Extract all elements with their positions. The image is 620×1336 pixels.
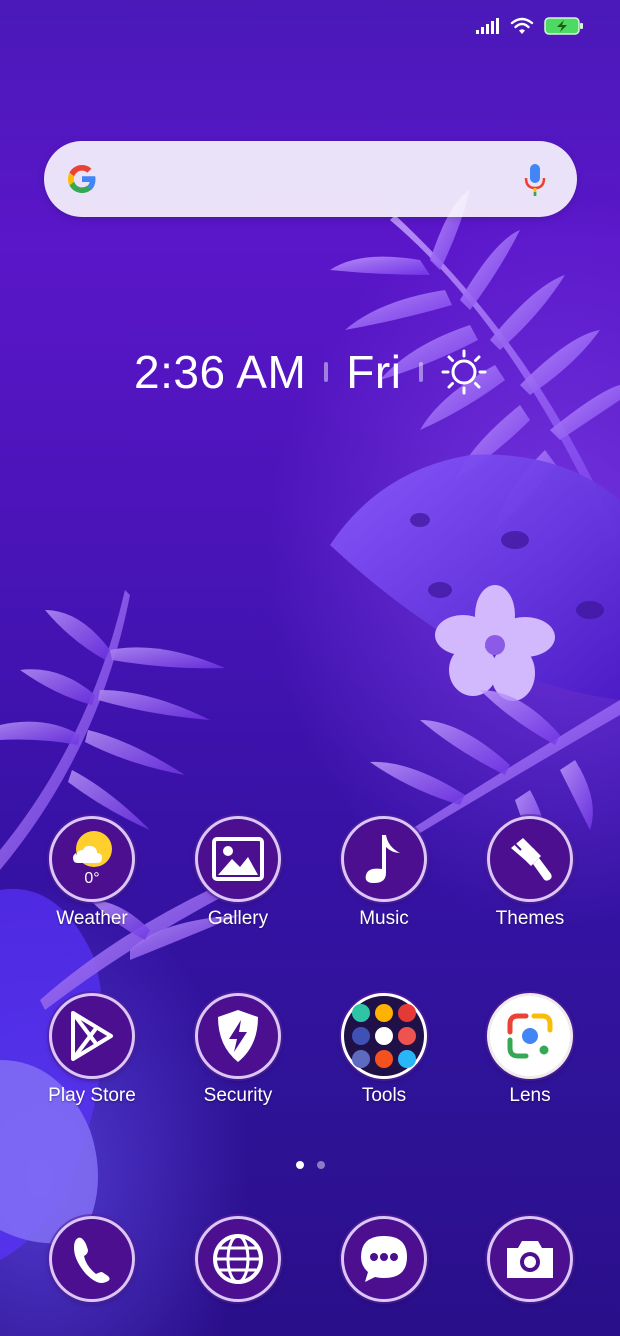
dock-messages[interactable] [314,1216,454,1302]
dock-phone[interactable] [22,1216,162,1302]
sun-icon[interactable] [441,349,487,395]
clock-time[interactable]: 2:36 AM [134,345,306,399]
app-label: Tools [361,1085,407,1106]
app-label: Lens [509,1085,551,1106]
microphone-icon[interactable] [523,163,547,197]
app-music[interactable]: Music [314,816,454,930]
battery-charging-icon [544,17,583,35]
app-gallery[interactable]: Gallery [168,816,308,930]
google-lens-icon [487,993,573,1079]
clock-separator [324,362,329,382]
app-label: Gallery [207,908,269,929]
wifi-icon [510,17,534,34]
app-label: Play Store [48,1085,136,1106]
tools-folder-icon [341,993,427,1079]
camera-icon [487,1216,573,1302]
signal-icon [476,18,499,34]
dock-browser[interactable] [168,1216,308,1302]
dock-camera[interactable] [460,1216,600,1302]
play-store-icon [49,993,135,1079]
globe-icon [195,1216,281,1302]
chat-bubble-icon [341,1216,427,1302]
app-security[interactable]: Security [168,993,308,1107]
google-search-bar[interactable] [44,141,577,217]
app-lens[interactable]: Lens [460,993,600,1107]
tools-app-grid [352,1004,416,1068]
page-dot[interactable] [317,1161,325,1169]
app-themes[interactable]: Themes [460,816,600,930]
shield-bolt-icon [195,993,281,1079]
music-note-icon [341,816,427,902]
clock-day[interactable]: Fri [346,345,401,399]
clock-widget[interactable]: 2:36 AM Fri [134,340,487,404]
paintbrush-icon [487,816,573,902]
app-label: Security [203,1085,273,1106]
app-label: Weather [56,908,128,929]
google-g-icon [68,165,96,193]
phone-icon [49,1216,135,1302]
app-play-store[interactable]: Play Store [22,993,162,1107]
status-bar [476,16,584,36]
app-tools[interactable]: Tools [314,993,454,1107]
page-dot-active[interactable] [296,1161,304,1169]
page-indicator[interactable] [296,1161,325,1169]
weather-icon: 0° [49,816,135,902]
clock-separator [419,362,424,382]
app-label: Music [359,908,409,929]
app-weather[interactable]: 0° Weather [22,816,162,930]
app-label: Themes [495,908,565,929]
weather-temp: 0° [84,870,99,887]
gallery-icon [195,816,281,902]
